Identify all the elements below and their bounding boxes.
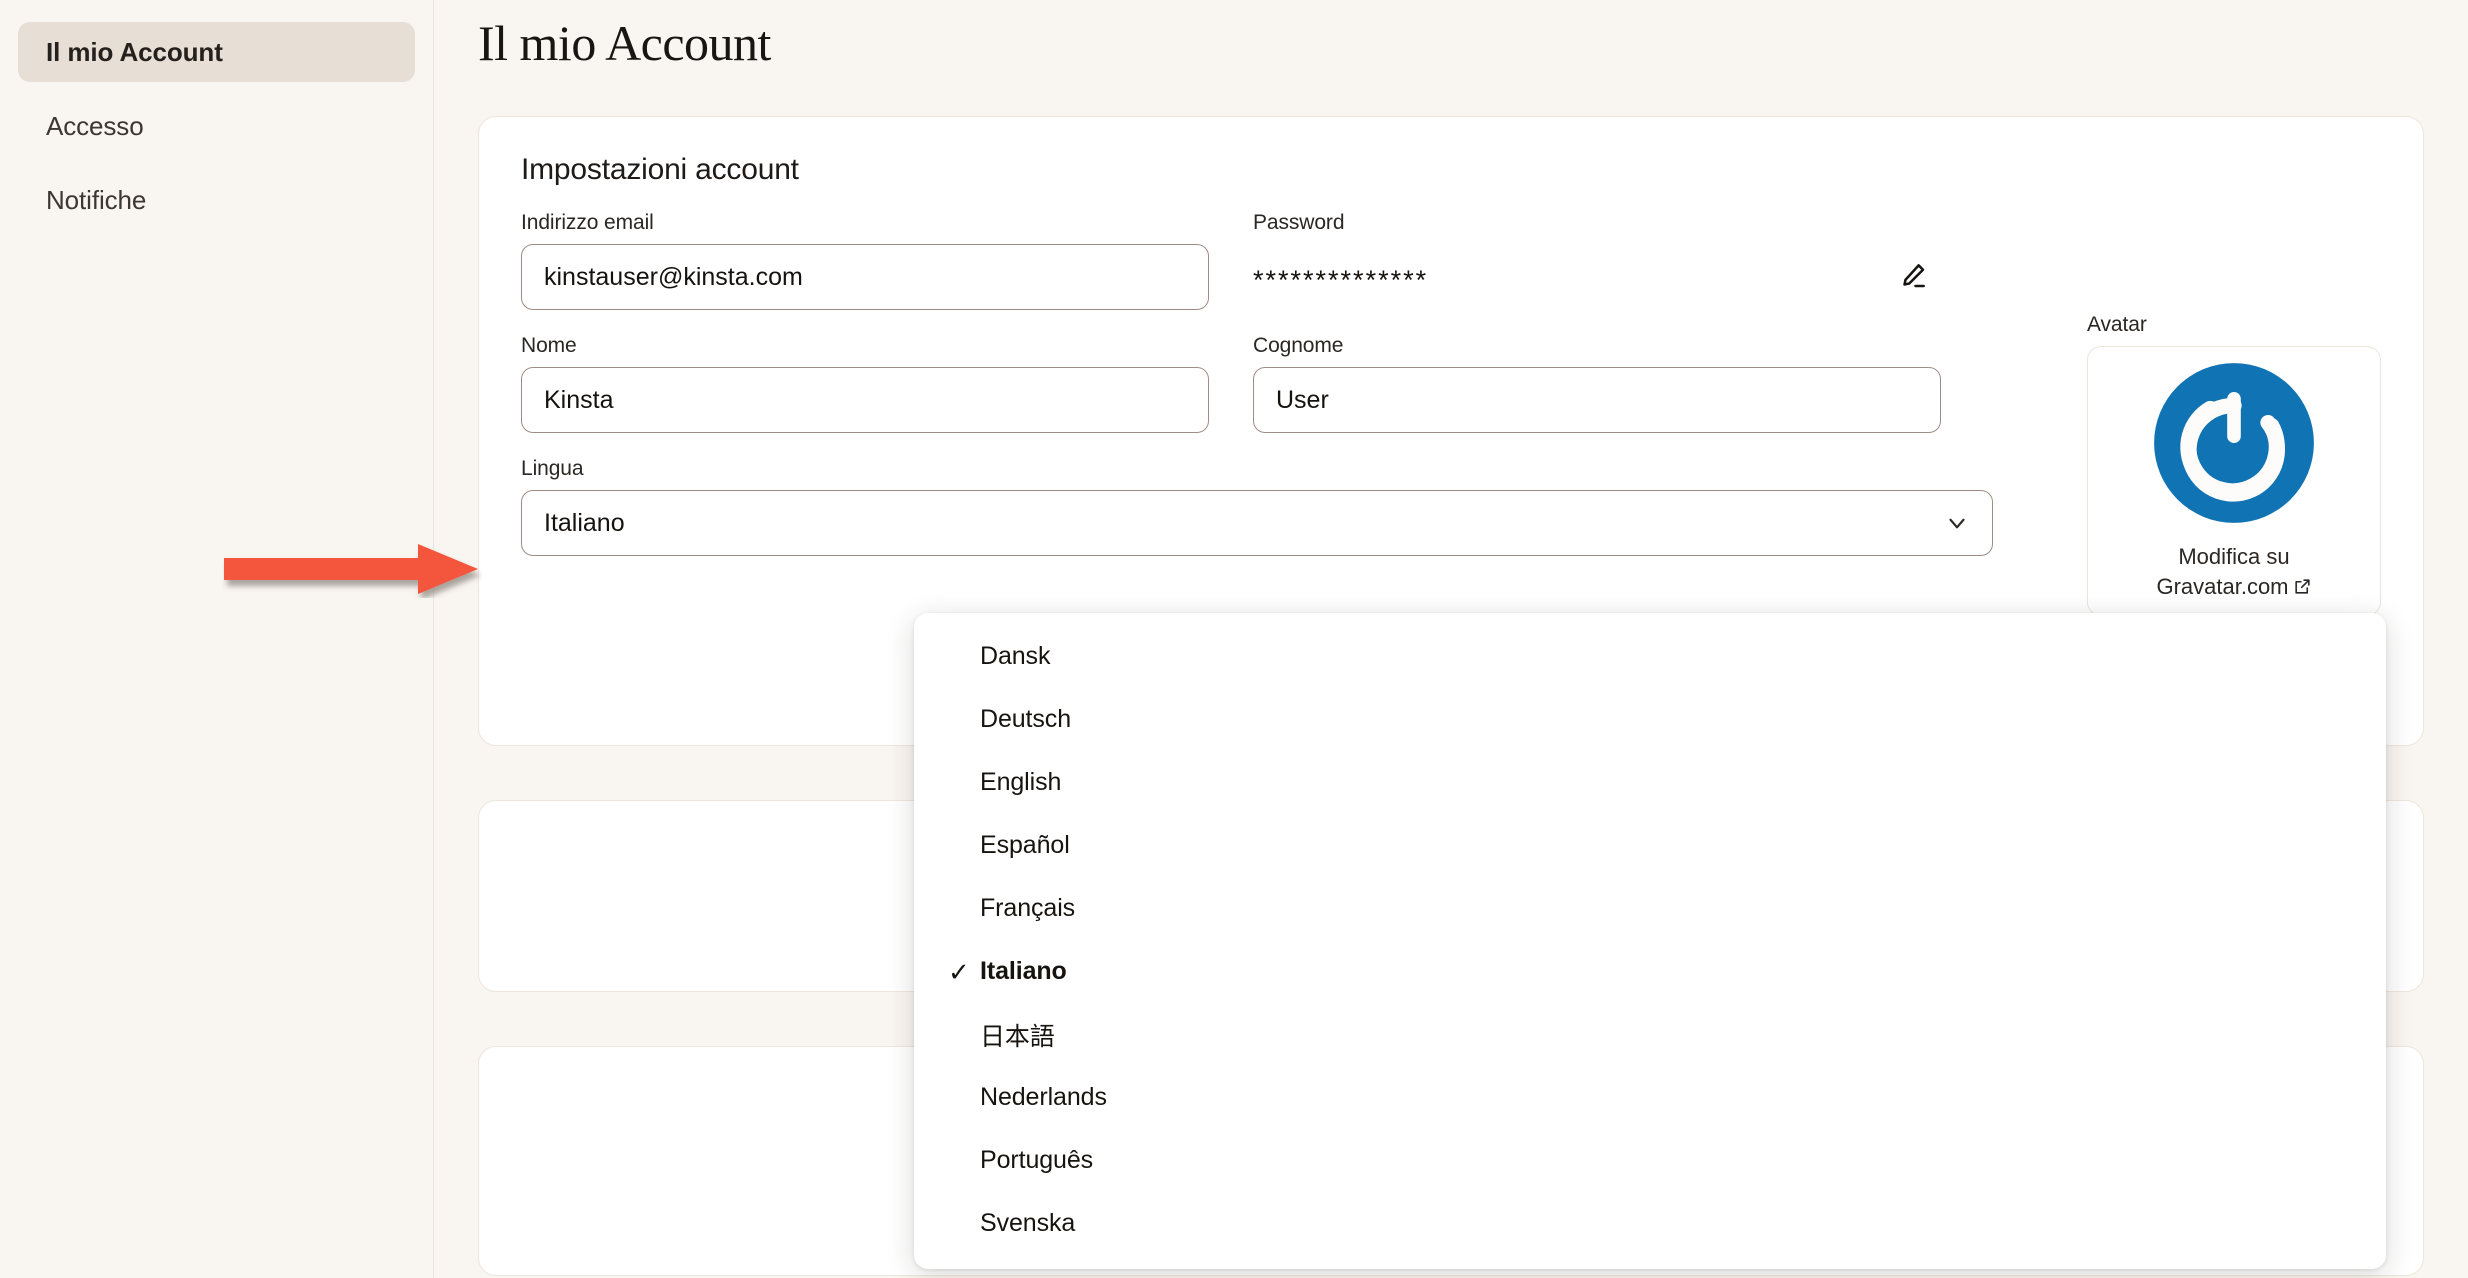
avatar-section: Avatar Modifica su Gravatar.com — [2087, 313, 2381, 616]
sidebar-item-label: Notifiche — [46, 184, 147, 215]
form-row-1: Indirizzo email Password ************** — [521, 211, 2381, 310]
password-label: Password — [1253, 211, 1345, 234]
password-display-row: ************** — [1253, 244, 1941, 310]
avatar-label: Avatar — [2087, 313, 2147, 336]
language-option-espanol[interactable]: Español — [914, 814, 2386, 877]
sidebar-item-notifiche[interactable]: Notifiche — [18, 170, 415, 230]
language-option-label: Italiano — [980, 957, 1067, 985]
language-label: Lingua — [521, 457, 584, 480]
language-option-english[interactable]: English — [914, 751, 2386, 814]
first-name-field-group: Nome — [521, 334, 1209, 433]
sidebar-item-accesso[interactable]: Accesso — [18, 96, 415, 156]
sidebar: Il mio Account Accesso Notifiche — [0, 0, 434, 1278]
password-masked-value: ************** — [1253, 264, 1429, 295]
card-title: Impostazioni account — [521, 153, 799, 186]
gravatar-logo-icon — [2154, 363, 2314, 523]
language-option-label: 日本語 — [980, 1022, 1055, 1051]
language-field-group: Lingua Italiano — [521, 457, 1993, 556]
gravatar-link[interactable]: Modifica su Gravatar.com — [2156, 542, 2311, 604]
last-name-field-group: Cognome — [1253, 334, 1941, 433]
password-field-group: Password ************** — [1253, 211, 1941, 310]
sidebar-item-label: Accesso — [46, 110, 144, 141]
pencil-icon — [1898, 261, 1928, 294]
language-select-value: Italiano — [544, 508, 625, 537]
email-label: Indirizzo email — [521, 211, 654, 234]
check-icon: ✓ — [948, 956, 970, 987]
avatar-box: Modifica su Gravatar.com — [2087, 346, 2381, 616]
language-option-label: Español — [980, 831, 1070, 859]
language-option-italiano[interactable]: ✓ Italiano — [914, 940, 2386, 1003]
language-option-label: Dansk — [980, 642, 1051, 670]
language-option-nederlands[interactable]: Nederlands — [914, 1066, 2386, 1129]
gravatar-link-line2: Gravatar.com — [2156, 574, 2289, 599]
last-name-label: Cognome — [1253, 334, 1344, 357]
language-option-portugues[interactable]: Português — [914, 1129, 2386, 1192]
gravatar-link-line1: Modifica su — [2178, 544, 2290, 569]
language-option-svenska[interactable]: Svenska — [914, 1192, 2386, 1255]
language-option-francais[interactable]: Français — [914, 877, 2386, 940]
main-content: Il mio Account Impostazioni account Indi… — [434, 0, 2468, 1278]
external-link-icon — [2293, 574, 2312, 604]
email-field-group: Indirizzo email — [521, 211, 1209, 310]
language-select[interactable]: Italiano — [521, 490, 1993, 556]
language-option-label: English — [980, 768, 1062, 796]
edit-password-button[interactable] — [1891, 255, 1935, 299]
language-option-label: Nederlands — [980, 1083, 1107, 1111]
language-option-label: Português — [980, 1146, 1094, 1174]
language-option-label: Svenska — [980, 1209, 1076, 1237]
chevron-down-icon — [1944, 510, 1970, 536]
language-dropdown-menu[interactable]: Dansk Deutsch English Español Français ✓… — [914, 613, 2386, 1269]
last-name-input[interactable] — [1253, 367, 1941, 433]
language-option-label: Deutsch — [980, 705, 1072, 733]
app-root: Il mio Account Accesso Notifiche Il mio … — [0, 0, 2468, 1278]
language-option-japanese[interactable]: 日本語 — [914, 1003, 2386, 1066]
first-name-input[interactable] — [521, 367, 1209, 433]
language-option-deutsch[interactable]: Deutsch — [914, 688, 2386, 751]
sidebar-item-il-mio-account[interactable]: Il mio Account — [18, 22, 415, 82]
email-input[interactable] — [521, 244, 1209, 310]
sidebar-item-label: Il mio Account — [46, 36, 223, 67]
language-select-wrap: Italiano — [521, 490, 1993, 556]
first-name-label: Nome — [521, 334, 577, 357]
page-title: Il mio Account — [478, 15, 771, 71]
language-option-dansk[interactable]: Dansk — [914, 625, 2386, 688]
language-option-label: Français — [980, 894, 1076, 922]
avatar — [2149, 358, 2319, 528]
